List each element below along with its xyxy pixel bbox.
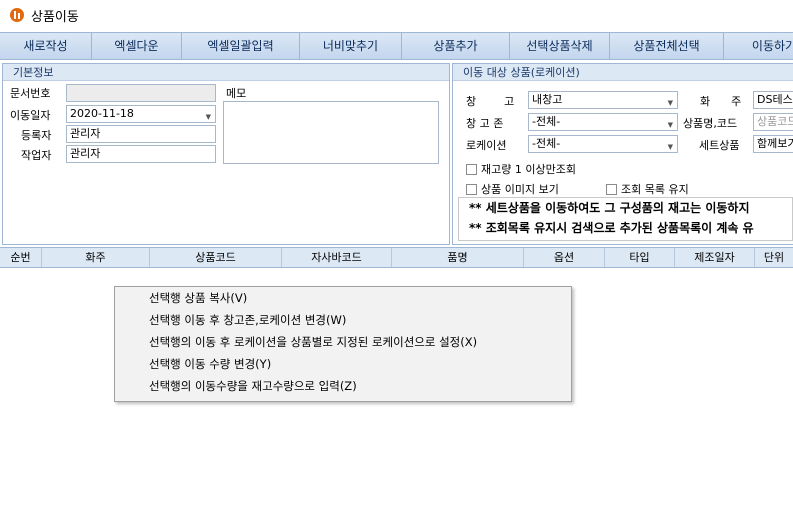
col-mfg-date[interactable]: 제조일자	[675, 248, 755, 267]
notice-line-2: ** 조회목록 유지시 검색으로 추가된 상품목록이 계속 유	[469, 221, 754, 235]
shipper-field[interactable]: DS테스트	[753, 91, 793, 109]
menu-stock-quantity[interactable]: 선택행의 이동수량을 재고수량으로 입력(Z)	[115, 375, 571, 397]
registrant-field[interactable]: 관리자	[66, 125, 216, 143]
warehouse-select[interactable]: 내창고 ▼	[528, 91, 678, 109]
zone-value: -전체-	[532, 115, 561, 128]
image-view-label: 상품 이미지 보기	[481, 183, 559, 196]
excel-bulk-input-button[interactable]: 엑셀일괄입력	[182, 33, 300, 59]
menu-copy-row[interactable]: 선택행 상품 복사(V)	[115, 287, 571, 309]
chevron-down-icon[interactable]: ▼	[206, 109, 211, 122]
menu-change-quantity[interactable]: 선택행 이동 수량 변경(Y)	[115, 353, 571, 375]
keep-list-label: 조회 목록 유지	[621, 183, 689, 196]
col-product-name[interactable]: 품명	[392, 248, 524, 267]
checkbox-icon[interactable]	[466, 163, 477, 175]
col-seq[interactable]: 순번	[0, 248, 42, 267]
menu-set-product-location[interactable]: 선택행의 이동 후 로케이션을 상품별로 지정된 로케이션으로 설정(X)	[115, 331, 571, 353]
location-label: 로케이션	[466, 139, 507, 152]
basic-info-header: 기본정보	[3, 64, 449, 81]
col-unit[interactable]: 단위	[755, 248, 793, 267]
col-product-code[interactable]: 상품코드	[150, 248, 282, 267]
excel-download-button[interactable]: 엑셀다운	[92, 33, 182, 59]
product-label: 상품명,코드	[683, 117, 738, 130]
app-icon	[10, 8, 24, 22]
chevron-down-icon[interactable]: ▼	[668, 139, 673, 152]
stock-filter-label: 재고량 1 이상만조회	[481, 163, 576, 176]
checkbox-icon[interactable]	[606, 183, 617, 195]
keep-list-checkbox[interactable]: 조회 목록 유지	[606, 181, 689, 197]
memo-textarea[interactable]	[223, 101, 439, 164]
grid-header: 순번 화주 상품코드 자사바코드 품명 옵션 타입 제조일자 단위	[0, 247, 793, 268]
col-barcode[interactable]: 자사바코드	[282, 248, 392, 267]
menu-change-zone-location[interactable]: 선택행 이동 후 창고존,로케이션 변경(W)	[115, 309, 571, 331]
worker-field[interactable]: 관리자	[66, 145, 216, 163]
warehouse-value: 내창고	[532, 93, 563, 106]
zone-label: 창 고 존	[466, 117, 504, 130]
image-view-checkbox[interactable]: 상품 이미지 보기	[466, 181, 559, 197]
context-menu: 선택행 상품 복사(V) 선택행 이동 후 창고존,로케이션 변경(W) 선택행…	[114, 286, 572, 402]
toolbar: 새로작성 엑셀다운 엑셀일괄입력 너비맞추기 상품추가 선택상품삭제 상품전체선…	[0, 32, 793, 60]
col-type[interactable]: 타입	[605, 248, 675, 267]
warehouse-label: 창 고	[466, 95, 515, 108]
doc-no-field[interactable]	[66, 84, 216, 102]
move-date-label: 이동일자	[10, 109, 51, 122]
notice-box: ** 세트상품을 이동하여도 그 구성품의 재고는 이동하지 ** 조회목록 유…	[458, 197, 793, 241]
add-product-button[interactable]: 상품추가	[402, 33, 510, 59]
move-target-header: 이동 대상 상품(로케이션)	[453, 64, 793, 81]
set-product-select[interactable]: 함께보기	[753, 135, 793, 153]
delete-selected-button[interactable]: 선택상품삭제	[510, 33, 610, 59]
stock-filter-checkbox[interactable]: 재고량 1 이상만조회	[466, 161, 576, 177]
col-shipper[interactable]: 화주	[42, 248, 150, 267]
notice-line-1: ** 세트상품을 이동하여도 그 구성품의 재고는 이동하지	[469, 201, 750, 215]
location-value: -전체-	[532, 137, 561, 150]
fit-width-button[interactable]: 너비맞추기	[300, 33, 402, 59]
registrant-label: 등록자	[21, 129, 52, 142]
select-all-button[interactable]: 상품전체선택	[610, 33, 724, 59]
move-date-value: 2020-11-18	[70, 107, 134, 120]
checkbox-icon[interactable]	[466, 183, 477, 195]
chevron-down-icon[interactable]: ▼	[668, 95, 673, 108]
col-option[interactable]: 옵션	[524, 248, 605, 267]
doc-no-label: 문서번호	[10, 87, 51, 100]
title-bar: 상품이동	[0, 0, 793, 30]
set-product-label: 세트상품	[699, 139, 740, 152]
worker-label: 작업자	[21, 149, 52, 162]
product-search-input[interactable]: 상품코드	[753, 113, 793, 131]
memo-label: 메모	[226, 87, 247, 100]
chevron-down-icon[interactable]: ▼	[668, 117, 673, 130]
new-button[interactable]: 새로작성	[0, 33, 92, 59]
move-button[interactable]: 이동하기	[724, 33, 793, 59]
window-title: 상품이동	[31, 9, 79, 25]
location-select[interactable]: -전체- ▼	[528, 135, 678, 153]
move-date-field[interactable]: 2020-11-18 ▼	[66, 105, 216, 123]
shipper-label: 화 주	[700, 95, 742, 108]
zone-select[interactable]: -전체- ▼	[528, 113, 678, 131]
